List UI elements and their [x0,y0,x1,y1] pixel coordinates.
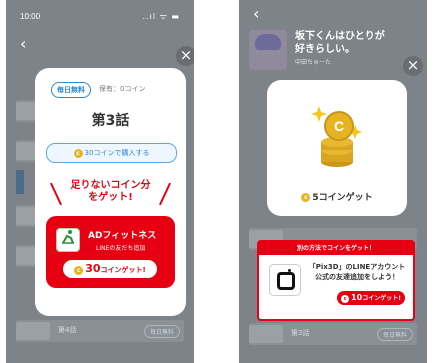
author-name: 中田ちゅーた [295,59,332,66]
pix3d-logo-icon [269,264,301,296]
status-time: 10:00 [20,12,41,21]
close-icon[interactable]: × [176,46,194,66]
story-title: 坂下くんはひとりが 好きらしい。 [295,30,385,56]
ad-offer-card[interactable]: ADフィットネス LINEの友だち追加 c 30コインゲット! [46,216,175,288]
coin-icon: c [301,193,311,202]
coin-icon: c [74,265,84,275]
coin-amount: 10 [351,293,363,302]
get-coins-label: コインゲット! [362,295,401,302]
line-offer-text-line2: 公式の友達追加をしよう！ [315,273,399,281]
list-item: 第3話 毎日無料 [249,323,417,345]
headline: 足りないコイン分 をゲット! [35,180,186,204]
episode-label: 第4話 [58,326,77,334]
line-offer-text-line1: 「Pix3D」のLINEアカウント [308,263,406,271]
get-coins-button[interactable]: c 30コインゲット! [63,260,157,278]
fitness-icon [56,228,80,252]
back-icon[interactable]: ‹ [253,6,259,22]
daily-free-badge[interactable]: 毎日無料 [376,328,413,341]
get-coins-label: コインゲット! [100,266,146,274]
phone-right: ‹ 坂下くんはひとりが 好きらしい。 中田ちゅーた 第3話 毎日無料 × C c… [239,0,427,363]
episode-title: 第3話 [91,113,130,129]
back-icon[interactable]: ‹ [20,36,26,52]
episode-label: 第3話 [291,329,310,337]
purchase-modal: 毎日無料 保有：0コイン 第3話 c 30コインで購入する 足りないコイン分 をゲ… [35,68,186,316]
close-icon[interactable]: × [403,56,423,76]
cover-art [255,34,281,50]
reward-text: 5コインゲット [312,193,373,203]
coin-stack-icon: C [311,106,362,167]
other-way-header: 別の方法でコインをゲット！ [259,242,413,255]
story-title-line1: 坂下くんはひとりが [295,31,385,42]
reward-label: c 5コインゲット [267,190,407,203]
headline-line2: をゲット! [88,192,133,203]
ad-title: ADフィットネス [88,231,157,241]
daily-free-badge: 毎日無料 [51,82,91,98]
buy-button-label: 30コインで購入する [84,149,150,157]
coin-icon: c [73,148,83,158]
coin-amount: 30 [85,262,101,275]
line-offer-card[interactable]: 別の方法でコインをゲット！ 「Pix3D」のLINEアカウント 公式の友達追加を… [257,240,415,321]
daily-free-badge[interactable]: 毎日無料 [143,325,180,338]
story-title-line2: 好きらしい。 [295,44,355,55]
list-item: 第4話 毎日無料 [16,320,184,342]
list-marker [16,170,24,194]
reward-modal: C c 5コインゲット [267,80,407,216]
coin-balance: 保有：0コイン [99,85,146,93]
get-coins-button[interactable]: c 10コインゲット! [337,291,405,305]
ad-subtitle: LINEの友だち追加 [96,245,146,252]
status-icons: ..ıl ᯤ ▬ [142,12,180,21]
svg-text:C: C [334,118,344,134]
phone-left: 10:00 ..ıl ᯤ ▬ ‹ 第4話 毎日無料 × 毎日無料 保有：0コイン… [6,0,194,363]
line-offer-text: 「Pix3D」のLINEアカウント 公式の友達追加をしよう！ [307,262,407,282]
coin-icon: c [341,294,350,303]
buy-with-coins-button[interactable]: c 30コインで購入する [46,143,177,163]
headline-line1: 足りないコイン分 [70,180,151,191]
